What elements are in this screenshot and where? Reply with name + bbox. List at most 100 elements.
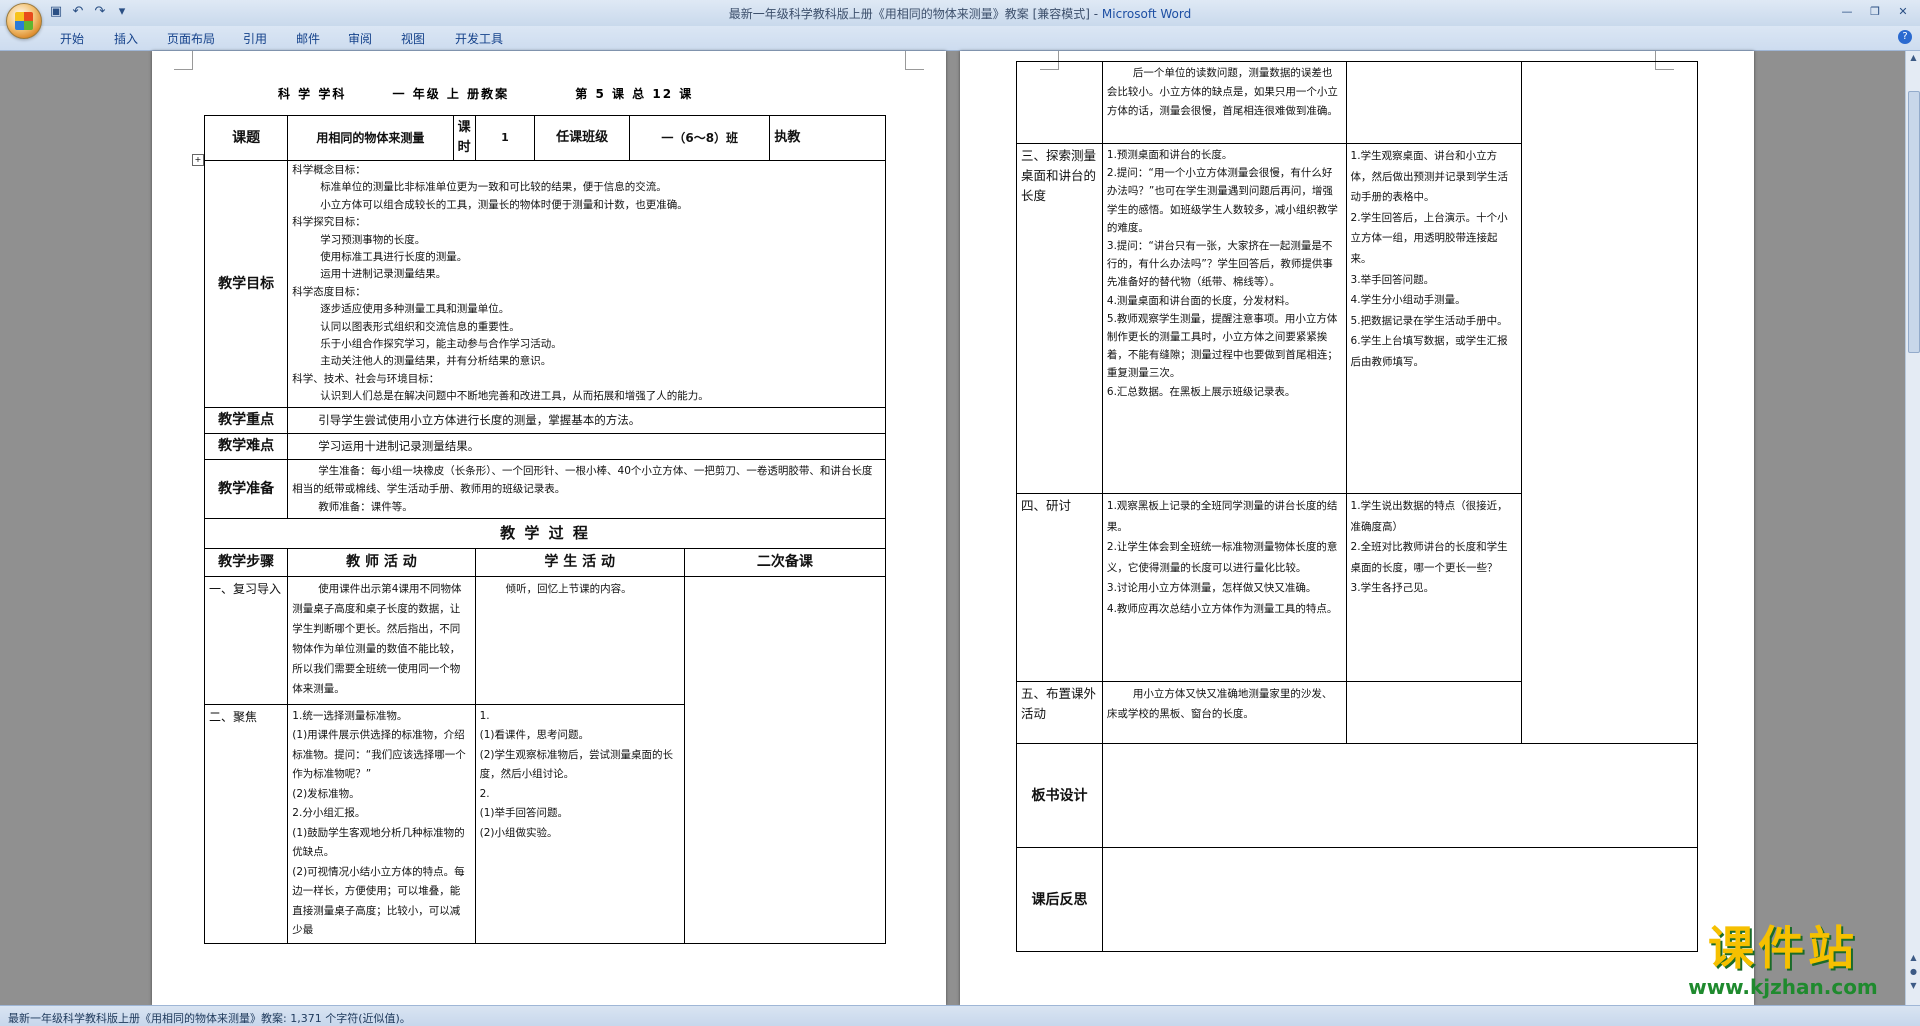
tab-mailings[interactable]: 邮件 (296, 30, 320, 47)
key-label: 教学重点 (203, 406, 289, 434)
prep-content: 学生准备：每小组一块橡皮（长条形）、一个回形针、一根小棒、40个小立方体、一把剪… (287, 458, 886, 519)
goal-line: 认识到人们总是在解决问题中不断地完善和改进工具，从而拓展和增强了人的能力。 (320, 390, 709, 403)
class-value: 一（6～8）班 (628, 115, 771, 161)
status-bar: 最新一年级科学教科版上册《用相同的物体来测量》教案: 1,371 个字符(近似值… (0, 1005, 1920, 1026)
teacher-activity: 用小立方体又快又准确地测量家里的沙发、床或学校的黑板、窗台的长度。 (1101, 681, 1347, 744)
step-name: 一、复习导入 (203, 575, 289, 705)
lesson-plan-table: 课题 用相同的物体来测量 课时 1 任课班级 一（6～8）班 执教 教学目标 科… (203, 115, 887, 944)
second-prep-cell (1521, 61, 1698, 744)
margin-mark (174, 51, 193, 70)
header-subject: 科 学 学科 (278, 87, 347, 101)
col-student: 学 生 活 动 (474, 547, 685, 577)
board-label: 板书设计 (1016, 743, 1103, 848)
process-title-row: 教 学 过 程 (204, 517, 886, 549)
status-text: 最新一年级科学教科版上册《用相同的物体来测量》教案: 1,371 个字符(近似值… (8, 1012, 411, 1025)
step-name: 二、聚焦 (203, 703, 289, 944)
tab-home[interactable]: 开始 (60, 30, 84, 47)
prep-row: 教学准备 学生准备：每小组一块橡皮（长条形）、一个回形针、一根小棒、40个小立方… (203, 458, 886, 519)
goal-line: 科学态度目标： (292, 285, 366, 298)
goal-line: 逐步适应使用多种测量工具和测量单位。 (320, 303, 510, 316)
margin-mark (905, 51, 924, 70)
teacher-label: 执教 (769, 115, 886, 161)
teacher-activity: 使用课件出示第4课用不同物体测量桌子高度和桌子长度的数据，让学生判断哪个更长。然… (287, 575, 476, 705)
step-name (1016, 61, 1103, 144)
help-icon[interactable]: ? (1898, 30, 1912, 44)
page-1: 科 学 学科 一 年级 上 册教案 第 5 课 总 12 课 课题 用相同的物体… (152, 51, 946, 1005)
difficult-text: 学习运用十进制记录测量结果。 (287, 432, 886, 460)
office-button[interactable] (6, 3, 42, 39)
col-second: 二次备课 (683, 547, 887, 577)
difficult-label: 教学难点 (203, 432, 289, 460)
topic-label: 课题 (203, 115, 289, 161)
hours-value: 1 (474, 115, 536, 161)
teacher-activity: 后一个单位的读数问题，测量数据的误差也会比较小。小立方体的缺点是，如果只用一个小… (1101, 61, 1347, 144)
tab-references[interactable]: 引用 (243, 30, 267, 47)
lesson-header: 科 学 学科 一 年级 上 册教案 第 5 课 总 12 课 (278, 85, 693, 102)
process-title: 教 学 过 程 (204, 517, 886, 549)
tab-insert[interactable]: 插入 (114, 30, 138, 47)
goals-content: 科学概念目标： 标准单位的测量比非标准单位更为一致和可比较的结果，便于信息的交流… (287, 160, 886, 408)
prep-text-2: 教师准备：课件等。 (318, 500, 413, 513)
student-activity: 1. (1)看课件，思考问题。 (2)学生观察标准物后，尝试测量桌面的长度，然后… (474, 703, 685, 944)
document-workspace: 科 学 学科 一 年级 上 册教案 第 5 课 总 12 课 课题 用相同的物体… (0, 51, 1920, 1005)
close-icon[interactable]: ✕ (1890, 3, 1916, 21)
reflection-row: 课后反思 (1016, 847, 1699, 952)
prev-page-icon[interactable]: ▲ (1908, 953, 1919, 965)
board-row: 板书设计 (1016, 743, 1699, 848)
student-activity: 1.学生说出数据的特点（很接近，准确度高） 2.全班对比教师讲台的长度和学生桌面… (1345, 493, 1523, 682)
tab-page-layout[interactable]: 页面布局 (167, 30, 215, 47)
tab-view[interactable]: 视图 (401, 30, 425, 47)
tab-developer[interactable]: 开发工具 (455, 30, 503, 47)
col-step: 教学步骤 (203, 547, 289, 577)
topic-value: 用相同的物体来测量 (287, 115, 454, 161)
class-label: 任课班级 (534, 115, 630, 161)
col-teacher: 教 师 活 动 (287, 547, 476, 577)
restore-icon[interactable]: ❐ (1862, 3, 1888, 21)
goal-line: 认同以图表形式组织和交流信息的重要性。 (320, 320, 520, 333)
page-2: 后一个单位的读数问题，测量数据的误差也会比较小。小立方体的缺点是，如果只用一个小… (960, 51, 1754, 1005)
minimize-icon[interactable]: — (1834, 3, 1860, 21)
goal-line: 小立方体可以组合成较长的工具，测量长的物体时便于测量和计数，也更准确。 (320, 198, 688, 211)
goal-line: 主动关注他人的测量结果，并有分析结果的意识。 (320, 355, 552, 368)
teacher-activity: 1.统一选择测量标准物。 (1)用课件展示供选择的标准物，介绍标准物。提问：“我… (287, 703, 476, 944)
window-title-doc: 最新一年级科学教科版上册《用相同的物体来测量》教案 [兼容模式] - (728, 7, 1102, 21)
goal-line: 学习预测事物的长度。 (320, 233, 426, 246)
step-name: 三、探索测量桌面和讲台的长度 (1016, 143, 1103, 494)
student-activity (1345, 61, 1523, 144)
key-text: 引导学生尝试使用小立方体进行长度的测量，掌握基本的方法。 (287, 406, 886, 434)
tab-review[interactable]: 审阅 (348, 30, 372, 47)
office-logo-icon (15, 12, 33, 30)
scroll-up-icon[interactable]: ▲ (1908, 53, 1919, 65)
table-move-handle-icon[interactable]: + (192, 154, 204, 166)
step-name: 四、研讨 (1016, 493, 1103, 682)
window-controls: — ❐ ✕ (1834, 3, 1916, 21)
goal-line: 运用十进制记录测量结果。 (320, 268, 447, 281)
next-page-icon[interactable]: ▼ (1908, 981, 1919, 993)
goal-line: 标准单位的测量比非标准单位更为一致和可比较的结果，便于信息的交流。 (320, 181, 667, 194)
info-row: 课题 用相同的物体来测量 课时 1 任课班级 一（6～8）班 执教 (203, 115, 886, 161)
second-prep-cell (683, 575, 887, 944)
step-row: 后一个单位的读数问题，测量数据的误差也会比较小。小立方体的缺点是，如果只用一个小… (1016, 61, 1698, 744)
watermark-title: 课件站 (1708, 921, 1858, 975)
header-grade: 一 年级 上 册教案 (392, 87, 510, 101)
reflection-content[interactable] (1101, 847, 1699, 952)
scrollbar-thumb[interactable] (1908, 91, 1920, 353)
hours-label: 课时 (452, 115, 476, 161)
process-header-row: 教学步骤 教 师 活 动 学 生 活 动 二次备课 (203, 547, 887, 577)
prep-text: 学生准备：每小组一块橡皮（长条形）、一个回形针、一根小棒、40个小立方体、一把剪… (292, 464, 873, 495)
browse-object-icon[interactable]: ● (1908, 967, 1919, 979)
goal-line: 乐于小组合作探究学习，能主动参与合作学习活动。 (320, 338, 562, 351)
teacher-activity: 1.观察黑板上记录的全班同学测量的讲台长度的结果。 2.让学生体会到全班统一标准… (1101, 493, 1347, 682)
teacher-activity: 1.预测桌面和讲台的长度。 2.提问：“用一个小立方体测量会很慢，有什么好办法吗… (1101, 143, 1347, 494)
goal-line: 科学探究目标： (292, 216, 366, 229)
student-activity: 1.学生观察桌面、讲台和小立方体，然后做出预测并记录到学生活动手册的表格中。 2… (1345, 143, 1523, 494)
watermark-url: www.kjzhan.com (1688, 975, 1878, 999)
student-activity (1345, 681, 1523, 744)
board-content[interactable] (1101, 743, 1699, 848)
vertical-scrollbar[interactable]: ▲ ▲ ● ▼ (1905, 51, 1920, 1005)
prep-label: 教学准备 (203, 458, 289, 519)
goal-line: 科学、技术、社会与环境目标： (292, 372, 440, 385)
goal-line: 使用标准工具进行长度的测量。 (320, 251, 468, 264)
student-activity: 倾听，回忆上节课的内容。 (474, 575, 685, 705)
ribbon-tabs: 开始 插入 页面布局 引用 邮件 审阅 视图 开发工具 (0, 26, 1920, 51)
